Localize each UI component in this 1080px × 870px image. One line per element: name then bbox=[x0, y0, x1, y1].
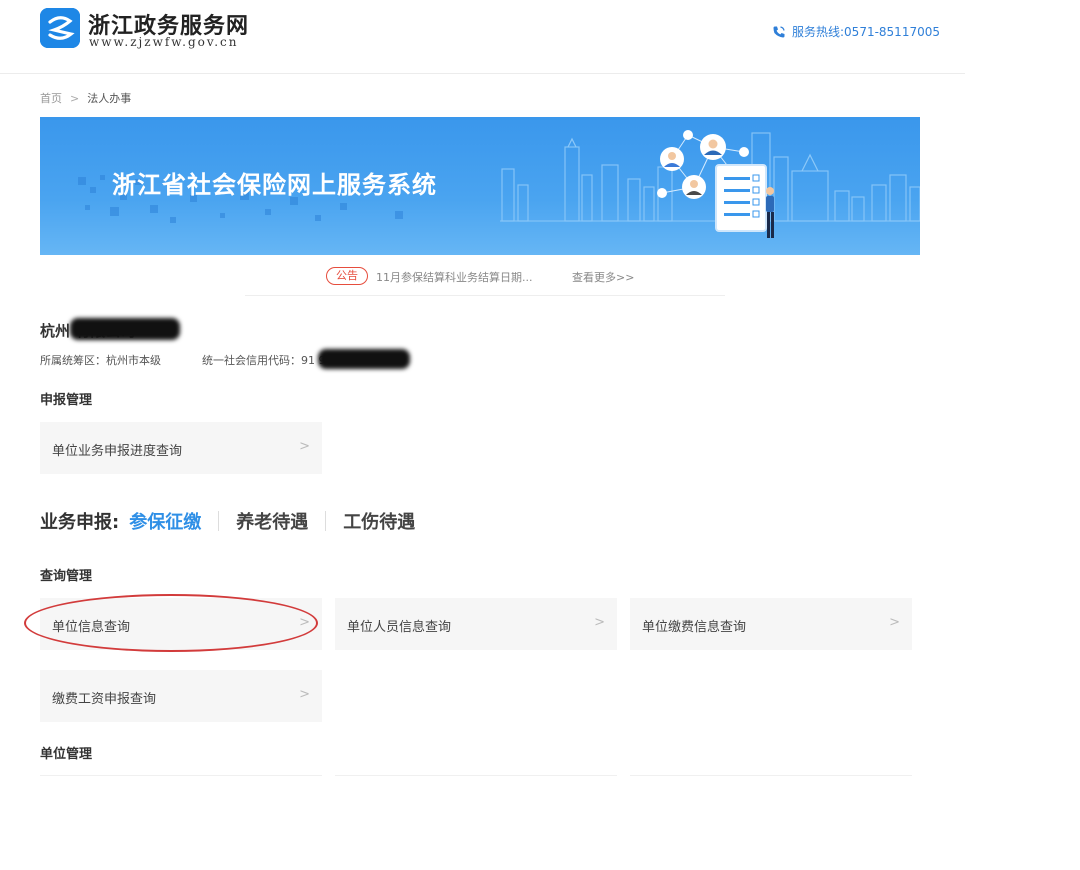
card-declare-progress[interactable]: 单位业务申报进度查询 > bbox=[40, 422, 322, 474]
redacted-credit-code bbox=[318, 349, 410, 369]
site-url: www.zjzwfw.gov.cn bbox=[89, 35, 239, 49]
tab-divider bbox=[325, 511, 327, 531]
chevron-right-icon: > bbox=[594, 615, 605, 630]
card-label: 单位缴费信息查询 bbox=[642, 620, 747, 635]
site-logo-icon[interactable] bbox=[40, 8, 80, 48]
card-unit-info-query[interactable]: 单位信息查询 > bbox=[40, 598, 322, 650]
notice-text[interactable]: 11月参保结算科业务结算日期... bbox=[376, 269, 533, 285]
company-district: 所属统筹区：杭州市本级 bbox=[40, 354, 161, 367]
query-mgmt-title: 查询管理 bbox=[40, 569, 93, 584]
notice-more-link[interactable]: 查看更多>> bbox=[572, 269, 634, 285]
hotline-text: 服务热线:0571-85117005 bbox=[792, 25, 940, 39]
breadcrumb: 首页 > 法人办事 bbox=[40, 90, 131, 106]
card-wage-declare-query[interactable]: 缴费工资申报查询 > bbox=[40, 670, 322, 722]
card-label: 缴费工资申报查询 bbox=[52, 692, 157, 707]
site-header: 浙江政务服务网 www.zjzwfw.gov.cn 服务热线:0571-8511… bbox=[0, 0, 965, 74]
notice-tag: 公告 bbox=[326, 267, 368, 285]
phone-icon bbox=[772, 25, 786, 39]
card-label: 单位人员信息查询 bbox=[347, 620, 452, 635]
tab-injury[interactable]: 工伤待遇 bbox=[343, 508, 415, 534]
banner-title: 浙江省社会保险网上服务系统 bbox=[112, 171, 437, 199]
card-unit-staff-query[interactable]: 单位人员信息查询 > bbox=[335, 598, 617, 650]
business-label: 业务申报: bbox=[40, 512, 120, 533]
service-hotline: 服务热线:0571-85117005 bbox=[772, 23, 940, 40]
hero-banner: 浙江省社会保险网上服务系统 bbox=[40, 117, 920, 255]
card-label: 单位业务申报进度查询 bbox=[52, 444, 183, 459]
divider bbox=[630, 775, 912, 776]
tab-insurance-collection[interactable]: 参保征缴 bbox=[129, 508, 201, 534]
redacted-company-name bbox=[70, 318, 180, 340]
tab-divider bbox=[218, 511, 220, 531]
chevron-right-icon: > bbox=[299, 439, 310, 454]
card-unit-payment-query[interactable]: 单位缴费信息查询 > bbox=[630, 598, 912, 650]
declare-mgmt-title: 申报管理 bbox=[40, 393, 93, 408]
breadcrumb-home[interactable]: 首页 bbox=[40, 90, 62, 106]
breadcrumb-separator-icon: > bbox=[70, 91, 80, 105]
company-meta: 所属统筹区：杭州市本级 统一社会信用代码：91 9 bbox=[40, 352, 326, 368]
notice-bar: 公告 11月参保结算科业务结算日期... 查看更多>> bbox=[245, 262, 725, 296]
card-label: 单位信息查询 bbox=[52, 620, 131, 635]
company-credit-code: 统一社会信用代码：91 9 bbox=[202, 354, 326, 367]
unit-mgmt-title: 单位管理 bbox=[40, 747, 93, 762]
chevron-right-icon: > bbox=[299, 687, 310, 702]
divider bbox=[40, 775, 322, 776]
business-tabs: 业务申报: 参保征缴 养老待遇 工伤待遇 bbox=[40, 508, 415, 534]
breadcrumb-current: 法人办事 bbox=[87, 92, 132, 105]
divider bbox=[335, 775, 617, 776]
tab-pension[interactable]: 养老待遇 bbox=[236, 508, 308, 534]
chevron-right-icon: > bbox=[889, 615, 900, 630]
chevron-right-icon: > bbox=[299, 615, 310, 630]
